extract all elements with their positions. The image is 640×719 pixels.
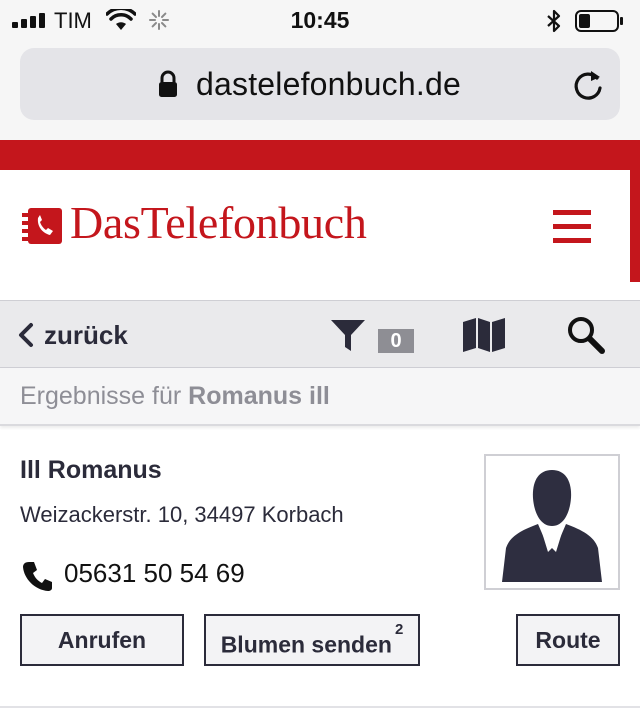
list-item: Ill Romanus Weizackerstr. 10, 34497 Korb… bbox=[0, 430, 640, 708]
bluetooth-icon bbox=[547, 9, 561, 33]
route-button[interactable]: Route bbox=[516, 614, 620, 666]
send-flowers-label: Blumen senden bbox=[220, 631, 392, 658]
avatar bbox=[484, 454, 620, 590]
call-button[interactable]: Anrufen bbox=[20, 614, 184, 666]
send-flowers-button[interactable]: Blumen senden2 bbox=[204, 614, 420, 666]
address-bar[interactable]: dastelefonbuch.de bbox=[20, 48, 620, 120]
site-header: DasTelefonbuch bbox=[0, 170, 630, 300]
results-toolbar: zurück 0 bbox=[0, 300, 640, 368]
phone-number[interactable]: 05631 50 54 69 bbox=[64, 558, 245, 589]
url-text: dastelefonbuch.de bbox=[196, 66, 461, 102]
site-logo[interactable]: DasTelefonbuch bbox=[70, 196, 367, 249]
results-query: Romanus ill bbox=[188, 382, 330, 410]
entry-address: Weizackerstr. 10, 34497 Korbach bbox=[20, 502, 344, 527]
status-bar: TIM 10:45 bbox=[0, 0, 640, 40]
route-button-label: Route bbox=[535, 627, 601, 653]
footnote-marker: 2 bbox=[394, 621, 404, 638]
person-silhouette-icon bbox=[502, 470, 602, 582]
phonebook-logo-icon[interactable] bbox=[20, 206, 64, 246]
brand-stripe bbox=[0, 140, 640, 170]
back-button[interactable]: zurück bbox=[16, 317, 128, 353]
map-icon[interactable] bbox=[462, 317, 506, 353]
reload-icon[interactable] bbox=[572, 68, 604, 102]
results-prefix: Ergebnisse für bbox=[20, 382, 182, 410]
browser-address-area: dastelefonbuch.de bbox=[0, 40, 640, 140]
entry-name[interactable]: Ill Romanus bbox=[20, 456, 162, 485]
brand-edge bbox=[630, 170, 640, 282]
back-label: zurück bbox=[44, 319, 128, 350]
call-button-label: Anrufen bbox=[57, 627, 147, 653]
divider bbox=[0, 706, 640, 708]
filter-count-badge: 0 bbox=[378, 329, 414, 353]
chevron-left-icon bbox=[19, 323, 33, 347]
phone-icon bbox=[23, 562, 52, 591]
status-time: 10:45 bbox=[290, 7, 350, 33]
lock-icon bbox=[159, 70, 177, 97]
results-heading: Ergebnisse für Romanus ill bbox=[0, 368, 640, 426]
menu-button[interactable] bbox=[553, 210, 591, 244]
search-icon[interactable] bbox=[566, 315, 606, 355]
results-summary: Ergebnisse für Romanus ill bbox=[20, 382, 330, 411]
battery-icon bbox=[575, 10, 623, 32]
filter-button[interactable]: 0 bbox=[330, 315, 416, 355]
filter-icon bbox=[331, 320, 365, 351]
